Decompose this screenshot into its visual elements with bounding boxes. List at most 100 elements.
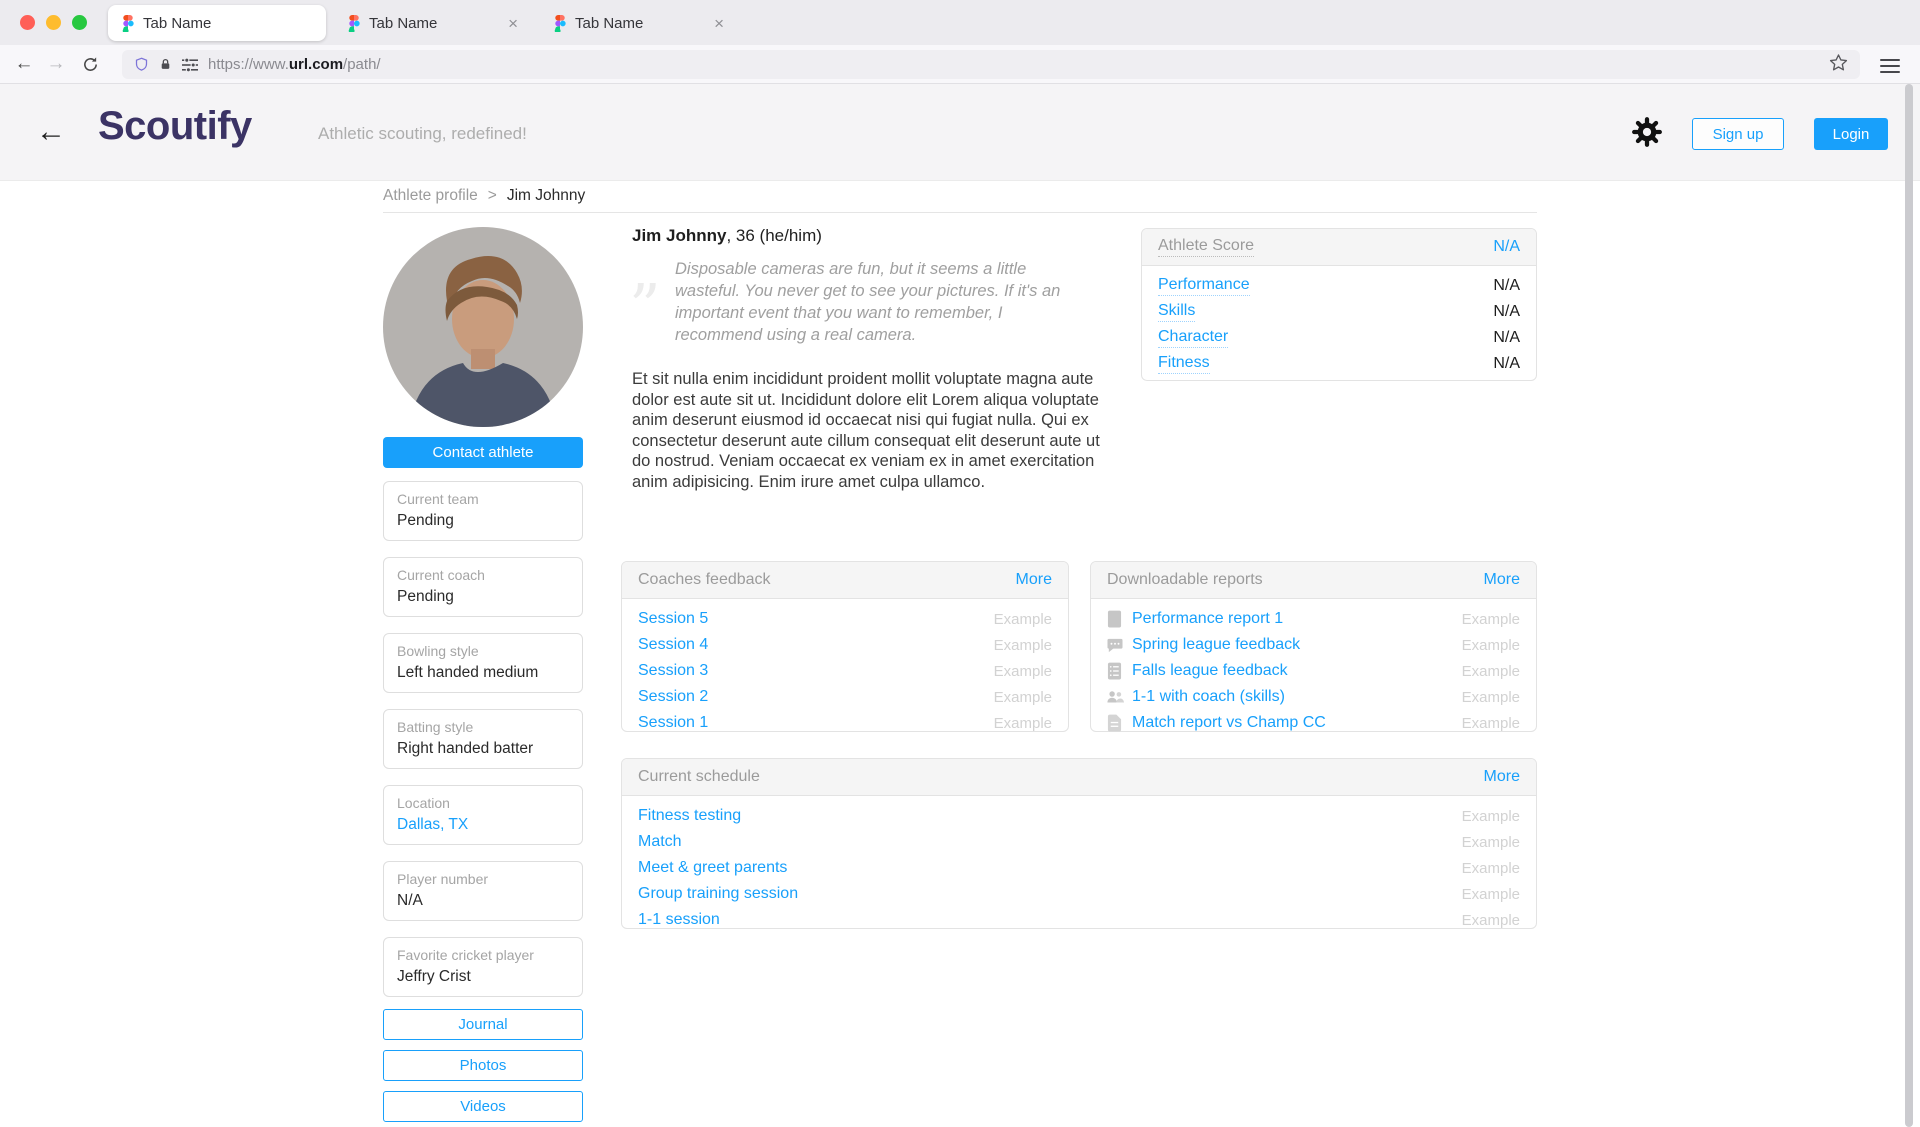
- field-favorite-cricket-player: Favorite cricket player Jeffry Crist: [383, 937, 583, 997]
- field-label: Current team: [397, 491, 569, 507]
- score-row: Performance N/A: [1158, 273, 1520, 299]
- session-link[interactable]: Session 3: [638, 662, 708, 680]
- tab-title: Tab Name: [575, 15, 703, 32]
- tab-close-icon[interactable]: ×: [506, 15, 520, 32]
- window-maximize-button[interactable]: [72, 15, 87, 30]
- portrait-illustration: [383, 227, 583, 427]
- report-row: Falls league feedback Example: [1107, 658, 1520, 684]
- field-value: Jeffry Crist: [397, 968, 569, 986]
- current-schedule-more-link[interactable]: More: [1484, 768, 1520, 786]
- browser-tab-strip: Tab Name Tab Name × Tab Name ×: [0, 0, 1920, 45]
- session-link[interactable]: Session 2: [638, 688, 708, 706]
- window-minimize-button[interactable]: [46, 15, 61, 30]
- quote-icon: ”: [629, 276, 661, 338]
- report-link[interactable]: Falls league feedback: [1132, 662, 1288, 680]
- field-value: N/A: [397, 892, 569, 910]
- row-meta: Example: [994, 637, 1052, 654]
- current-schedule-panel: Current schedule More Fitness testing Ex…: [621, 758, 1537, 929]
- performance-link[interactable]: Performance: [1158, 276, 1250, 296]
- site-header: ← Scoutify Athletic scouting, redefined!: [0, 84, 1920, 181]
- tab-title: Tab Name: [369, 15, 497, 32]
- field-label: Location: [397, 795, 569, 811]
- schedule-link[interactable]: Meet & greet parents: [638, 859, 787, 877]
- breadcrumb-parent-link[interactable]: Athlete profile: [383, 187, 478, 205]
- field-label: Bowling style: [397, 643, 569, 659]
- schedule-link[interactable]: Group training session: [638, 885, 798, 903]
- athlete-name-line: Jim Johnny, 36 (he/him): [632, 226, 822, 246]
- report-link[interactable]: Performance report 1: [1132, 610, 1283, 628]
- journal-button[interactable]: Journal: [383, 1009, 583, 1040]
- skills-link[interactable]: Skills: [1158, 302, 1195, 322]
- row-meta: Example: [994, 715, 1052, 732]
- score-value: N/A: [1493, 355, 1520, 373]
- session-link[interactable]: Session 5: [638, 610, 708, 628]
- athlete-bio: Et sit nulla enim incididunt proident mo…: [632, 369, 1114, 492]
- feedback-row: Session 2 Example: [638, 684, 1052, 710]
- browser-tab-1[interactable]: Tab Name: [108, 5, 326, 41]
- schedule-row: Match Example: [638, 829, 1520, 855]
- coaches-feedback-more-link[interactable]: More: [1016, 571, 1052, 589]
- document-icon: [1107, 610, 1124, 629]
- schedule-link[interactable]: 1-1 session: [638, 911, 720, 929]
- videos-button[interactable]: Videos: [383, 1091, 583, 1122]
- sign-up-button[interactable]: Sign up: [1692, 118, 1784, 150]
- forward-icon[interactable]: →: [44, 52, 68, 76]
- schedule-row: Group training session Example: [638, 881, 1520, 907]
- athlete-score-panel: Athlete Score N/A Performance N/A Skills…: [1141, 228, 1537, 381]
- schedule-row: Meet & greet parents Example: [638, 855, 1520, 881]
- row-meta: Example: [1462, 663, 1520, 680]
- photos-button[interactable]: Photos: [383, 1050, 583, 1081]
- tab-close-icon[interactable]: ×: [712, 15, 726, 32]
- location-link[interactable]: Dallas, TX: [397, 816, 569, 834]
- fitness-link[interactable]: Fitness: [1158, 354, 1210, 374]
- shield-icon[interactable]: [134, 56, 149, 73]
- page-back-arrow-icon[interactable]: ←: [36, 110, 66, 154]
- coaches-feedback-panel: Coaches feedback More Session 5 Example …: [621, 561, 1069, 732]
- breadcrumb-current: Jim Johnny: [507, 187, 585, 205]
- bookmark-star-icon[interactable]: [1829, 53, 1848, 77]
- browser-toolbar: ← → https://www.url.com/path/: [0, 45, 1920, 84]
- report-row: 1-1 with coach (skills) Example: [1107, 684, 1520, 710]
- settings-gear-icon[interactable]: [1631, 116, 1663, 153]
- feedback-row: Session 1 Example: [638, 710, 1052, 736]
- login-button[interactable]: Login: [1814, 118, 1888, 150]
- address-bar[interactable]: https://www.url.com/path/: [122, 50, 1860, 79]
- schedule-link[interactable]: Fitness testing: [638, 807, 741, 825]
- tab-title: Tab Name: [143, 15, 312, 32]
- schedule-link[interactable]: Match: [638, 833, 682, 851]
- window-controls: [20, 15, 87, 30]
- brand-logo: Scoutify: [98, 104, 252, 149]
- contact-athlete-button[interactable]: Contact athlete: [383, 437, 583, 468]
- schedule-row: 1-1 session Example: [638, 907, 1520, 933]
- report-link[interactable]: Match report vs Champ CC: [1132, 714, 1326, 732]
- session-link[interactable]: Session 4: [638, 636, 708, 654]
- reload-icon[interactable]: [78, 52, 102, 76]
- field-value: Right handed batter: [397, 740, 569, 758]
- report-row: Spring league feedback Example: [1107, 632, 1520, 658]
- url-text: https://www.url.com/path/: [208, 56, 381, 73]
- page-scrollbar[interactable]: [1905, 84, 1913, 1127]
- score-row: Skills N/A: [1158, 299, 1520, 325]
- report-link[interactable]: Spring league feedback: [1132, 636, 1300, 654]
- permissions-sliders-icon[interactable]: [182, 58, 198, 72]
- coaches-feedback-header: Coaches feedback More: [622, 562, 1068, 599]
- file-icon: [1107, 714, 1124, 733]
- row-meta: Example: [1462, 808, 1520, 825]
- row-meta: Example: [1462, 834, 1520, 851]
- athlete-quote-block: ” Disposable cameras are fun, but it see…: [629, 258, 1099, 346]
- coaches-feedback-title: Coaches feedback: [638, 571, 771, 589]
- row-meta: Example: [1462, 637, 1520, 654]
- report-link[interactable]: 1-1 with coach (skills): [1132, 688, 1285, 706]
- browser-tab-3[interactable]: Tab Name ×: [540, 5, 740, 41]
- browser-tab-2[interactable]: Tab Name ×: [334, 5, 534, 41]
- figma-favicon-icon: [348, 15, 360, 32]
- back-icon[interactable]: ←: [12, 52, 36, 76]
- character-link[interactable]: Character: [1158, 328, 1228, 348]
- list-icon: [1107, 662, 1124, 681]
- menu-hamburger-icon[interactable]: [1880, 55, 1900, 73]
- quote-text: Disposable cameras are fun, but it seems…: [675, 258, 1093, 346]
- downloadable-reports-more-link[interactable]: More: [1484, 571, 1520, 589]
- people-icon: [1107, 688, 1124, 707]
- session-link[interactable]: Session 1: [638, 714, 708, 732]
- window-close-button[interactable]: [20, 15, 35, 30]
